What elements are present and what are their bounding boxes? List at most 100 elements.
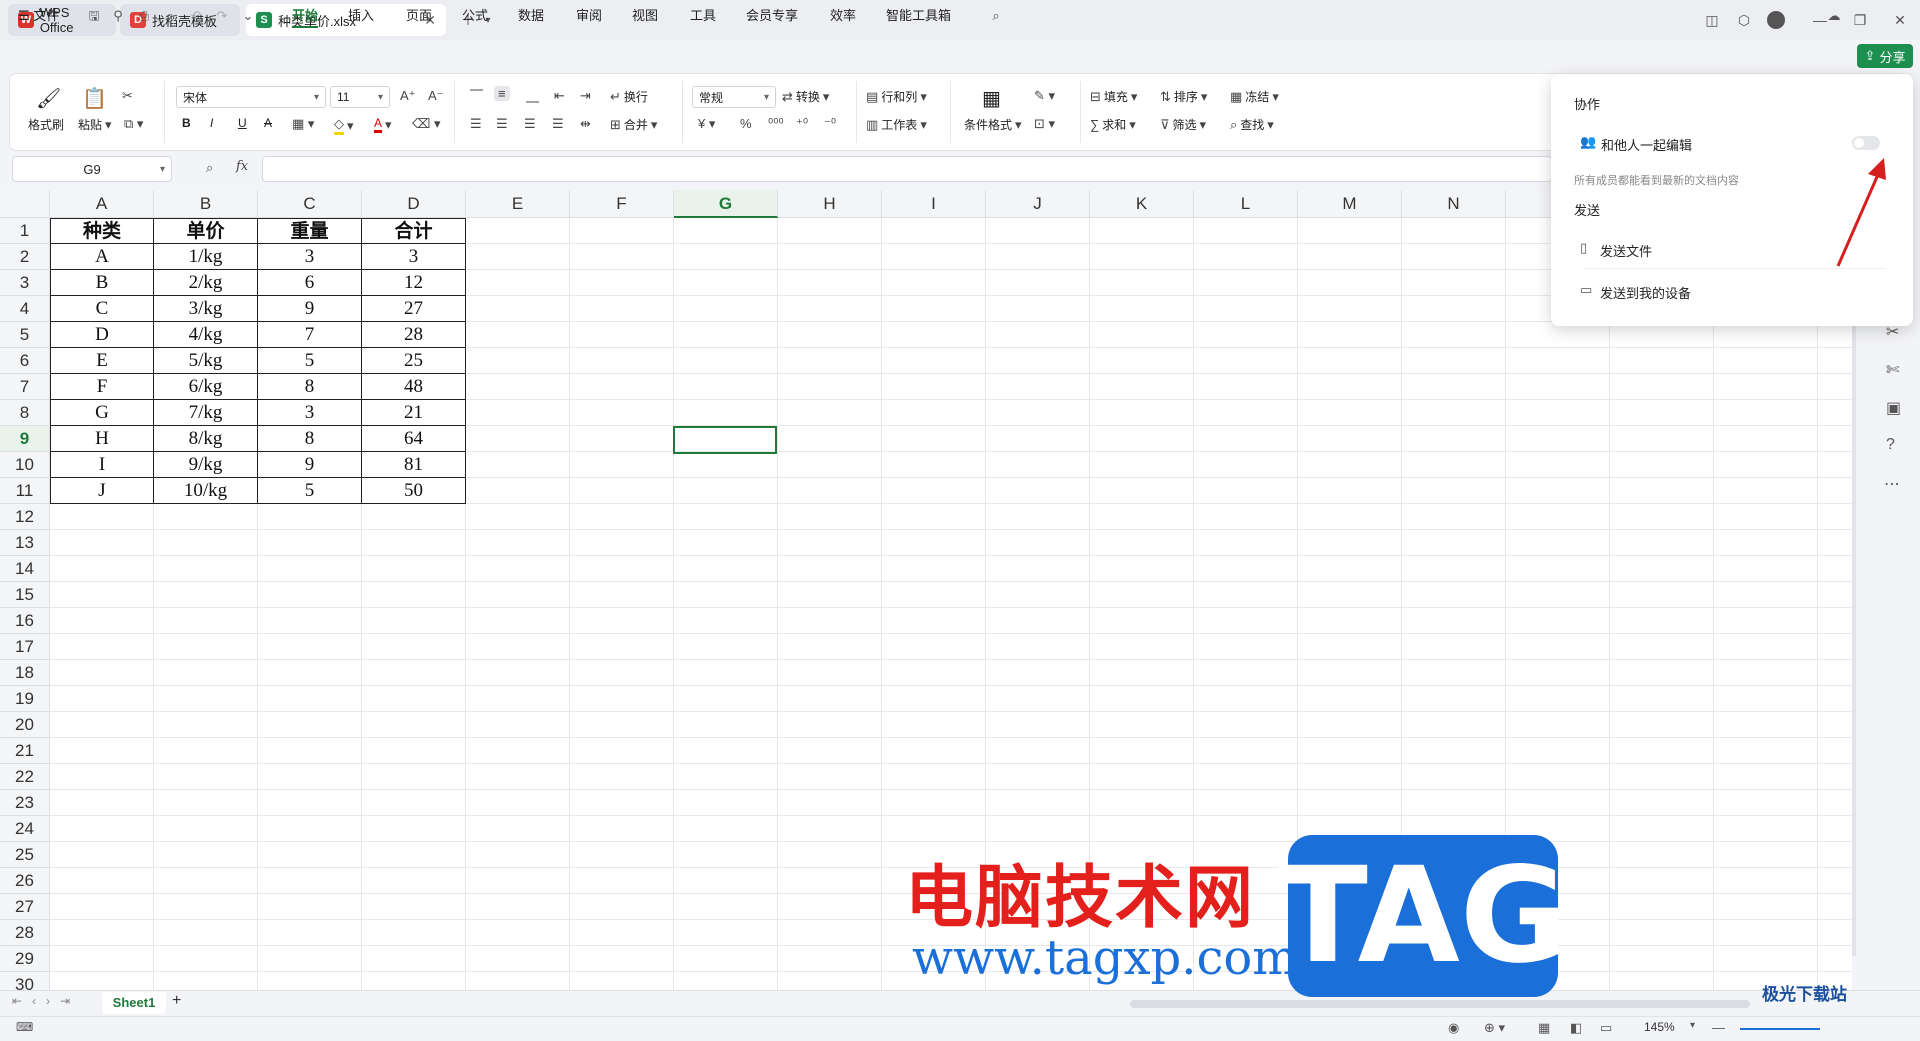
row-header[interactable]: 2 xyxy=(0,244,50,270)
column-header[interactable]: B xyxy=(154,190,258,218)
table-cell[interactable]: 5/kg xyxy=(154,348,258,374)
redo-icon[interactable]: ↷ xyxy=(214,8,230,24)
menu-formula[interactable]: 公式 xyxy=(462,6,488,26)
normal-view-icon[interactable]: ▦ xyxy=(1538,1020,1550,1036)
font-size-select[interactable]: 11 ▾ xyxy=(330,86,390,108)
row-header[interactable]: 22 xyxy=(0,764,50,790)
table-style-icon[interactable]: ⊡ ▾ xyxy=(1034,116,1055,132)
row-header[interactable]: 28 xyxy=(0,920,50,946)
table-cell[interactable]: I xyxy=(50,452,154,478)
wrap-button[interactable]: ↵ 换行 xyxy=(610,88,648,105)
align-top-icon[interactable]: ⎺ xyxy=(470,88,483,104)
row-header[interactable]: 25 xyxy=(0,842,50,868)
row-header[interactable]: 12 xyxy=(0,504,50,530)
indent-increase-icon[interactable]: ⇥ xyxy=(580,88,591,104)
eye-icon[interactable]: ◉ xyxy=(1448,1020,1459,1036)
column-header[interactable]: M xyxy=(1298,190,1402,218)
table-cell[interactable]: 6 xyxy=(258,270,362,296)
add-sheet-icon[interactable]: + xyxy=(172,992,181,1010)
table-cell[interactable]: 5 xyxy=(258,348,362,374)
number-format-select[interactable]: 常规 ▾ xyxy=(692,86,776,108)
table-cell[interactable]: 3 xyxy=(258,244,362,270)
percent-icon[interactable]: % xyxy=(740,116,752,131)
justify-icon[interactable]: ☰ xyxy=(552,116,564,132)
column-header[interactable]: I xyxy=(882,190,986,218)
paste-button[interactable]: 粘贴 ▾ xyxy=(78,116,112,133)
find-button[interactable]: ⌕ 查找 ▾ xyxy=(1230,116,1274,133)
freeze-button[interactable]: ▦ 冻结 ▾ xyxy=(1230,88,1279,105)
preview-icon[interactable]: ⌕ xyxy=(162,8,178,24)
menu-review[interactable]: 审阅 xyxy=(576,6,602,26)
search-icon[interactable]: ⌕ xyxy=(988,8,1004,24)
distributed-icon[interactable]: ⇹ xyxy=(580,116,591,132)
cut-icon[interactable]: ✂ xyxy=(122,88,133,104)
table-cell[interactable]: 3 xyxy=(362,244,466,270)
table-cell[interactable]: B xyxy=(50,270,154,296)
menu-home[interactable]: 开始 xyxy=(292,6,319,28)
table-cell[interactable]: 7 xyxy=(258,322,362,348)
worksheet-button[interactable]: ▥ 工作表 ▾ xyxy=(866,116,927,133)
row-header[interactable]: 16 xyxy=(0,608,50,634)
table-cell[interactable]: 2/kg xyxy=(154,270,258,296)
coedit-toggle[interactable] xyxy=(1852,136,1880,150)
format-painter-button[interactable]: 格式刷 xyxy=(28,116,64,133)
table-cell[interactable]: 8 xyxy=(258,426,362,452)
underline-icon[interactable]: U xyxy=(238,116,247,130)
zoom-out-icon[interactable]: — xyxy=(1712,1020,1725,1035)
align-center-icon[interactable]: ☰ xyxy=(496,116,508,132)
table-cell[interactable]: 9 xyxy=(258,452,362,478)
table-cell[interactable]: 50 xyxy=(362,478,466,504)
cond-format-button[interactable]: 条件格式 ▾ xyxy=(964,116,1022,133)
save-icon[interactable]: 🖫 xyxy=(86,8,102,24)
menu-data[interactable]: 数据 xyxy=(518,6,544,26)
row-header[interactable]: 24 xyxy=(0,816,50,842)
table-cell[interactable]: 25 xyxy=(362,348,466,374)
table-cell[interactable]: A xyxy=(50,244,154,270)
undo-icon[interactable]: ↶ xyxy=(188,8,204,24)
row-header[interactable]: 19 xyxy=(0,686,50,712)
protect-icon[interactable]: ⊕ ▾ xyxy=(1484,1020,1505,1036)
row-header[interactable]: 9 xyxy=(0,426,50,452)
column-header[interactable]: E xyxy=(466,190,570,218)
row-header[interactable]: 26 xyxy=(0,868,50,894)
table-header-cell[interactable]: 单价 xyxy=(154,218,258,244)
format-painter-icon[interactable]: 🖌 xyxy=(36,86,61,111)
table-cell[interactable]: 28 xyxy=(362,322,466,348)
row-header[interactable]: 1 xyxy=(0,218,50,244)
menu-tools[interactable]: 工具 xyxy=(690,6,716,26)
table-cell[interactable]: 64 xyxy=(362,426,466,452)
zoom-level[interactable]: 145% xyxy=(1644,1020,1675,1034)
column-header[interactable]: N xyxy=(1402,190,1506,218)
thousands-icon[interactable]: ⁰⁰⁰ xyxy=(768,116,784,132)
table-cell[interactable]: G xyxy=(50,400,154,426)
row-header[interactable]: 27 xyxy=(0,894,50,920)
page-break-icon[interactable]: ◧ xyxy=(1570,1020,1582,1036)
align-left-icon[interactable]: ☰ xyxy=(470,116,482,132)
table-cell[interactable]: 3/kg xyxy=(154,296,258,322)
table-cell[interactable]: 5 xyxy=(258,478,362,504)
fill-button[interactable]: ⊟ 填充 ▾ xyxy=(1090,88,1137,105)
zoom-slider[interactable] xyxy=(1740,1028,1820,1030)
copy-icon[interactable]: ⧉ ▾ xyxy=(124,116,143,132)
sheet-tab-sheet1[interactable]: Sheet1 xyxy=(102,992,166,1014)
row-header[interactable]: 29 xyxy=(0,946,50,972)
row-header[interactable]: 3 xyxy=(0,270,50,296)
menu-smart-tools[interactable]: 智能工具箱 xyxy=(886,6,951,26)
table-cell[interactable]: 8 xyxy=(258,374,362,400)
row-header[interactable]: 6 xyxy=(0,348,50,374)
cloud-icon[interactable]: ☁ xyxy=(1826,8,1842,24)
restore-icon[interactable]: ❐ xyxy=(1848,8,1872,32)
row-header[interactable]: 18 xyxy=(0,660,50,686)
filter-button[interactable]: ⊽ 筛选 ▾ xyxy=(1160,116,1206,133)
name-box[interactable]: G9 ▾ xyxy=(12,156,172,182)
table-cell[interactable]: 81 xyxy=(362,452,466,478)
table-cell[interactable]: H xyxy=(50,426,154,452)
row-header[interactable]: 7 xyxy=(0,374,50,400)
link-icon[interactable]: ⚲ xyxy=(110,8,126,24)
select-all-corner[interactable] xyxy=(0,190,50,218)
cube-icon[interactable]: ⬡ xyxy=(1732,8,1756,32)
more-chevron-icon[interactable]: ⌄ xyxy=(240,8,256,24)
table-cell[interactable]: E xyxy=(50,348,154,374)
strikethrough-icon[interactable]: A xyxy=(264,116,272,130)
row-header[interactable]: 21 xyxy=(0,738,50,764)
